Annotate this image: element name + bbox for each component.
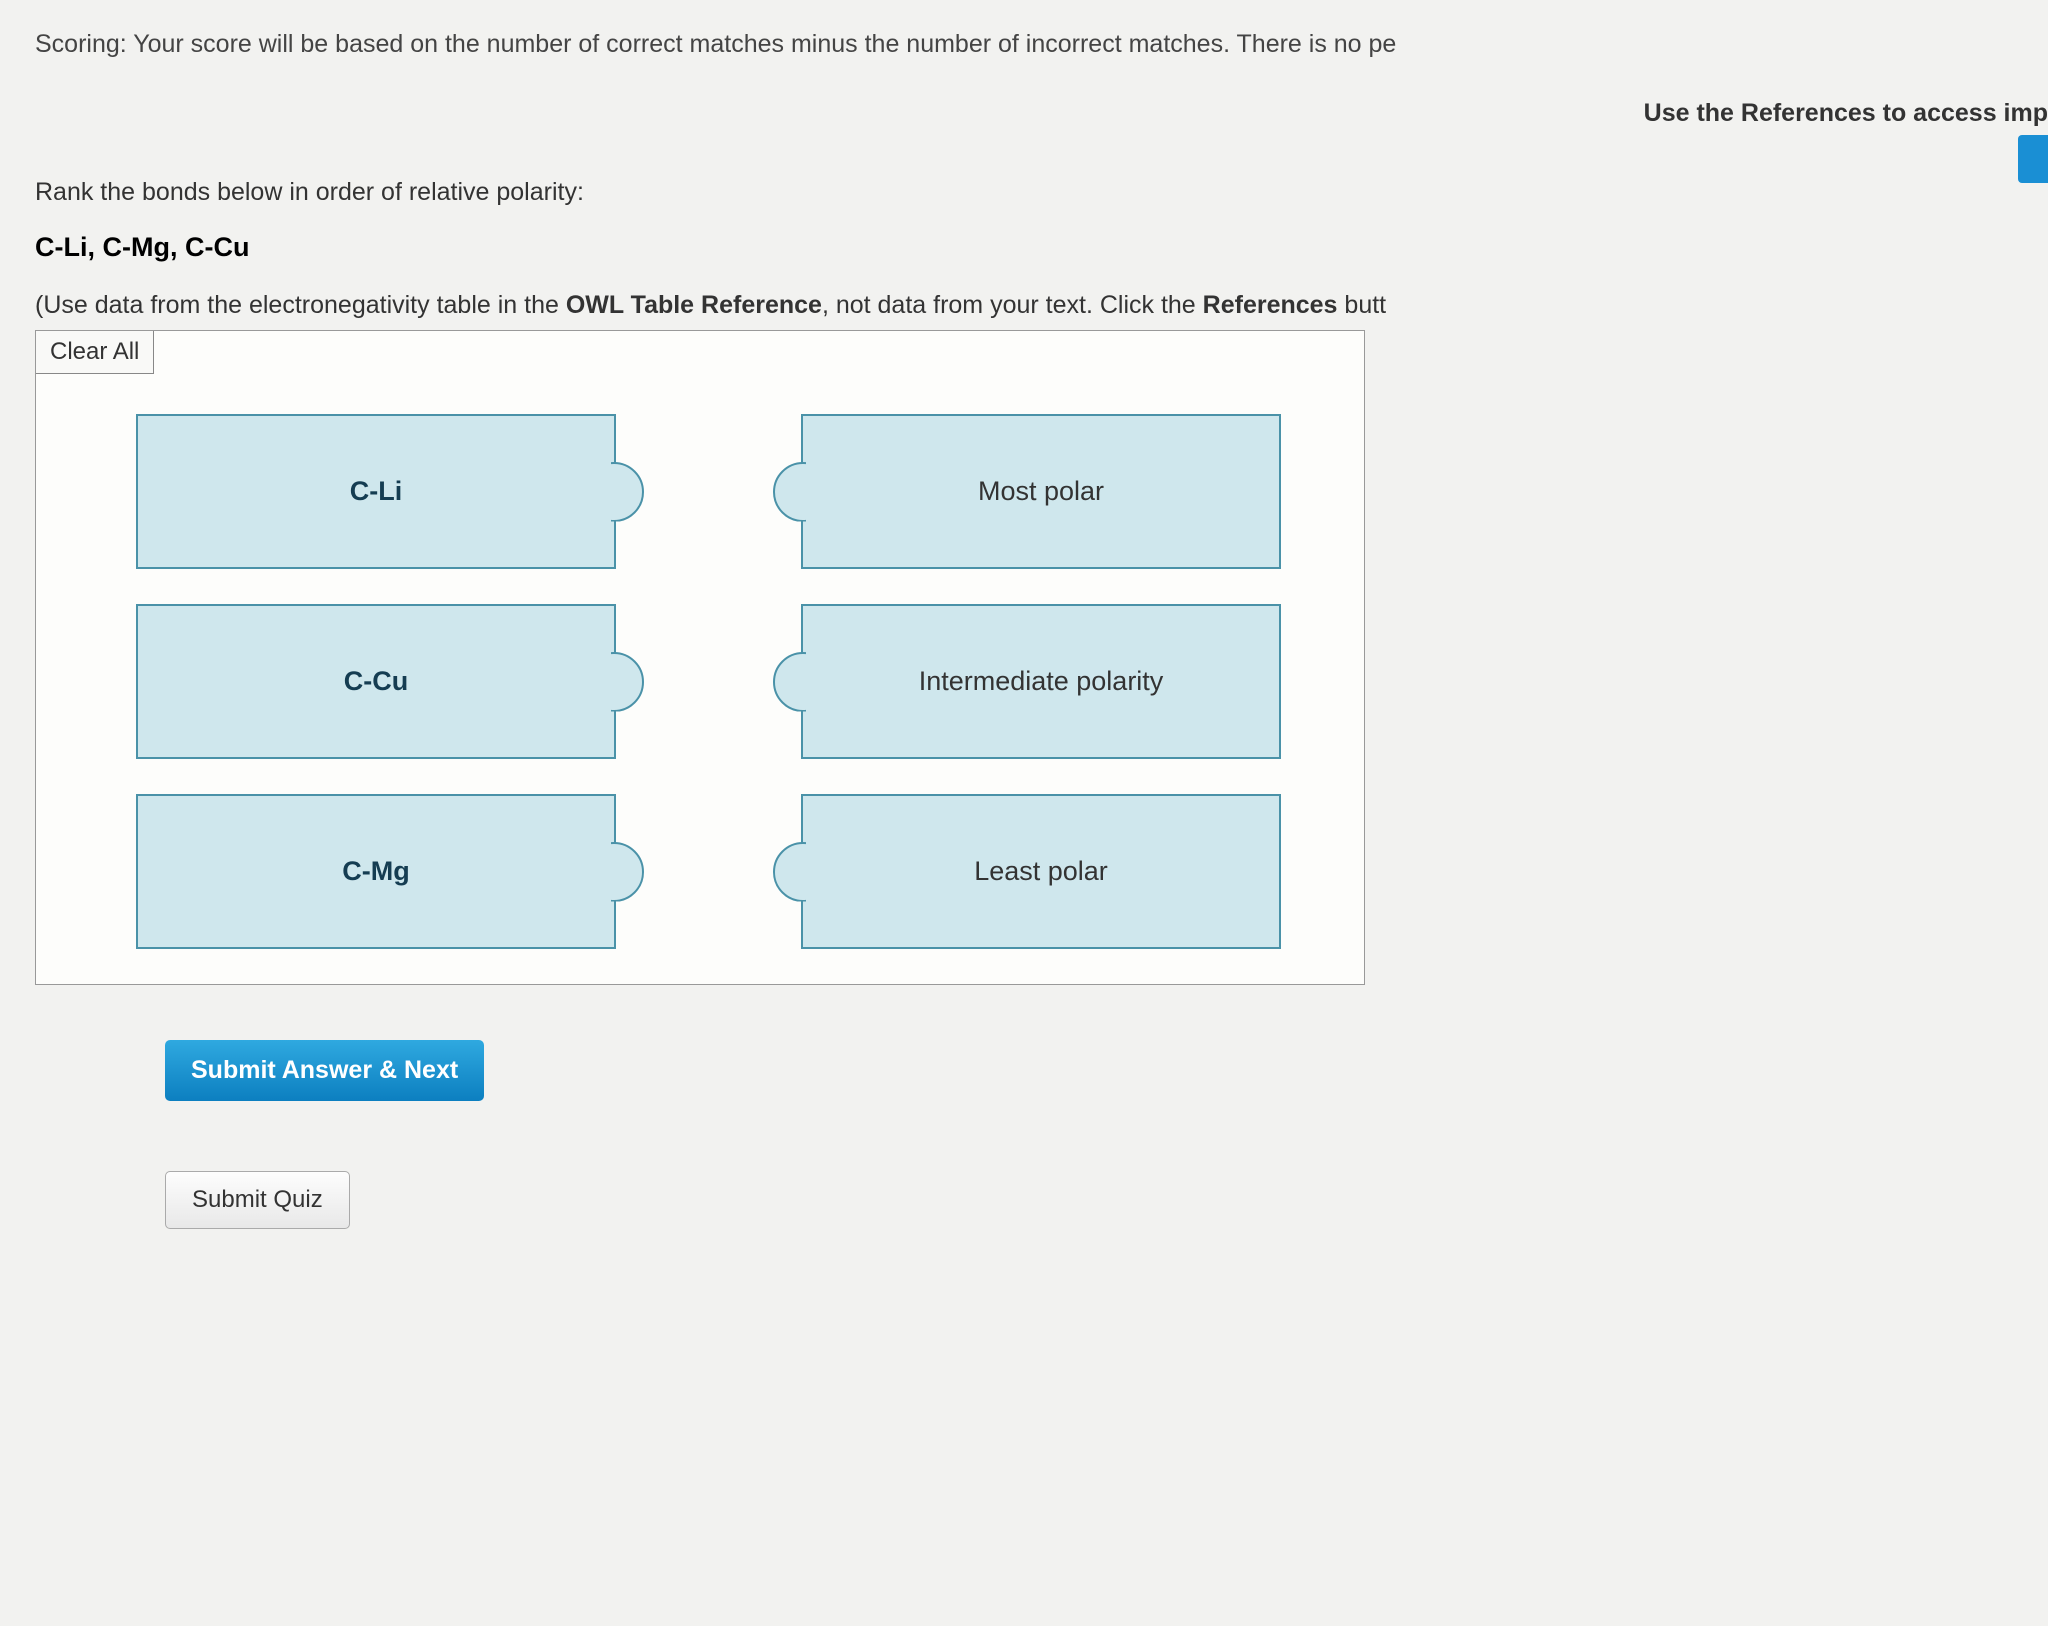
drag-item-c-cu[interactable]: C-Cu [136,604,616,759]
references-hint: Use the References to access imp [35,99,2048,128]
question-prompt: Rank the bonds below in order of relativ… [35,178,2048,207]
submit-answer-next-button[interactable]: Submit Answer & Next [165,1040,484,1101]
drop-target-least-polar[interactable]: Least polar [801,794,1281,949]
clear-all-button[interactable]: Clear All [36,331,154,374]
instruction-prefix: (Use data from the electronegativity tab… [35,291,566,319]
instruction-mid: , not data from your text. Click the [822,291,1203,319]
instruction-bold-1: OWL Table Reference [566,291,822,319]
drop-target-intermediate-polarity[interactable]: Intermediate polarity [801,604,1281,759]
match-rows: C-Li Most polar C-Cu Intermediate polari… [36,374,1364,984]
match-row: C-Mg Least polar [136,794,1334,949]
instruction-bold-2: References [1203,291,1338,319]
scoring-note: Scoring: Your score will be based on the… [35,30,2048,59]
match-row: C-Li Most polar [136,414,1334,569]
instruction-suffix: butt [1337,291,1386,319]
references-tab[interactable] [2018,135,2048,183]
matching-widget: Clear All C-Li Most polar C-Cu Intermedi… [35,330,1365,985]
instruction-text: (Use data from the electronegativity tab… [35,291,2048,320]
drag-item-c-mg[interactable]: C-Mg [136,794,616,949]
drag-item-c-li[interactable]: C-Li [136,414,616,569]
drop-target-most-polar[interactable]: Most polar [801,414,1281,569]
submit-quiz-button[interactable]: Submit Quiz [165,1171,350,1229]
bond-list: C-Li, C-Mg, C-Cu [35,232,2048,263]
match-row: C-Cu Intermediate polarity [136,604,1334,759]
